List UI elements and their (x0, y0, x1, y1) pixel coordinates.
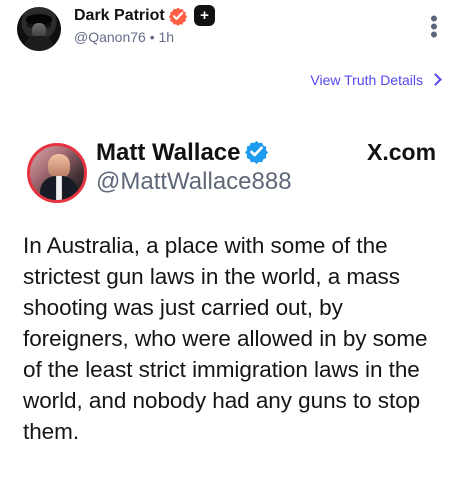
chevron-right-icon (429, 73, 442, 86)
verified-badge-blue-icon (244, 140, 269, 164)
embedded-post-text: In Australia, a place with some of the s… (23, 233, 428, 444)
post-header: Dark Patriot + @Qanon76 • 1h • • • (0, 0, 464, 58)
author-avatar[interactable] (17, 7, 61, 51)
author-handle-timestamp: @Qanon76 • 1h (74, 29, 175, 45)
embedded-author-name: Matt Wallace (96, 139, 241, 166)
more-vertical-icon[interactable]: • • • (425, 8, 443, 46)
avatar-coat-shape (24, 36, 54, 51)
view-truth-details-link[interactable]: View Truth Details (310, 72, 442, 88)
source-label: X.com (367, 139, 437, 165)
embedded-author-handle: @MattWallace888 (96, 168, 292, 195)
embedded-author-avatar (27, 143, 87, 203)
plus-badge-icon: + (194, 5, 215, 26)
view-truth-details-label: View Truth Details (310, 72, 423, 88)
truth-social-post-screenshot: Dark Patriot + @Qanon76 • 1h • • • View Tr… (0, 0, 464, 500)
verified-badge-orange-icon (168, 7, 188, 26)
author-name[interactable]: Dark Patriot (74, 7, 165, 25)
